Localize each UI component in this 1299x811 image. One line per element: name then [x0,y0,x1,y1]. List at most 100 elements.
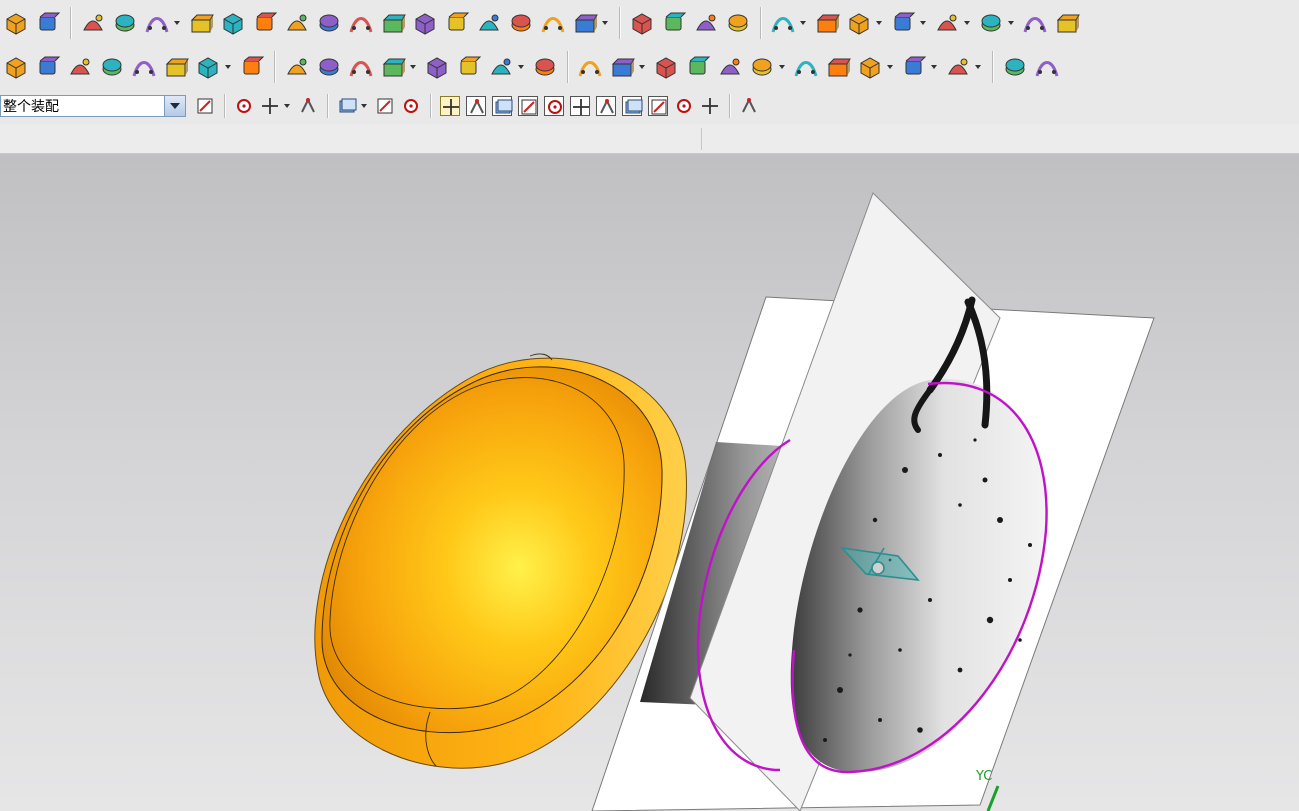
surface-edit-icon[interactable] [35,10,61,36]
swept-surface-icon[interactable] [653,54,679,80]
measure-icon[interactable] [532,54,558,80]
trim-body-icon[interactable] [476,10,502,36]
feature-d-icon[interactable] [890,10,916,36]
explode-icon[interactable] [131,54,157,80]
wireframe-surface-icon[interactable] [609,54,635,80]
select-box-icon[interactable] [337,96,357,116]
fan-curves-icon[interactable] [380,54,406,80]
boolean-shape-icon[interactable] [188,10,214,36]
assembly-icon[interactable] [3,54,29,80]
zebra-icon[interactable] [793,54,819,80]
snap-center-icon[interactable] [466,96,486,116]
chevron-down-icon[interactable] [601,10,609,36]
point-on-face-icon[interactable] [700,96,720,116]
flip-icon[interactable] [1034,54,1060,80]
wave-link-icon[interactable] [35,54,61,80]
array-feature-icon[interactable] [112,10,138,36]
hollow-box-icon[interactable] [380,10,406,36]
select-face-icon[interactable] [375,96,395,116]
chevron-down-icon[interactable] [409,54,417,80]
hex-body-icon[interactable] [693,10,719,36]
pen-icon[interactable] [1002,54,1028,80]
mate-icon[interactable] [99,54,125,80]
feature-f-icon[interactable] [978,10,1004,36]
curve-through-points-icon[interactable] [3,10,29,36]
chevron-down-icon[interactable] [164,96,185,116]
arc-center-icon[interactable] [596,96,616,116]
line-icon[interactable] [348,54,374,80]
heat-map-icon[interactable] [717,54,743,80]
highlight-icon[interactable] [945,54,971,80]
blend-icon[interactable] [284,10,310,36]
block-icon[interactable] [252,10,278,36]
sew-icon[interactable] [444,10,470,36]
chevron-down-icon[interactable] [963,10,971,36]
split-body-icon[interactable] [508,10,534,36]
sketch-points-icon[interactable] [144,10,170,36]
feature-c-icon[interactable] [846,10,872,36]
chevron-down-icon[interactable] [173,10,181,36]
chevron-down-icon[interactable] [517,54,525,80]
view-orient-icon[interactable] [901,54,927,80]
control-point-icon[interactable] [544,96,564,116]
mesh-surface-icon[interactable] [488,54,514,80]
flow-surface-icon[interactable] [424,54,450,80]
swept-curve-icon[interactable] [572,10,598,36]
chamfer-face-icon[interactable] [316,10,342,36]
section-icon[interactable] [857,54,883,80]
component-add-icon[interactable] [67,54,93,80]
analyze-icon[interactable] [577,54,603,80]
assembly-scope-dropdown[interactable]: 整个装配 [0,95,186,117]
quadrant-icon[interactable] [622,96,643,116]
color-face-icon[interactable] [749,54,775,80]
cube-icon[interactable] [629,10,655,36]
toolbar-feature-icons [0,0,1083,46]
select-body-icon[interactable] [401,96,421,116]
chevron-down-icon[interactable] [283,93,291,119]
chevron-down-icon[interactable] [919,10,927,36]
chevron-down-icon[interactable] [778,54,786,80]
grid-icon[interactable] [739,96,759,116]
ribbon-icon[interactable] [456,54,482,80]
midpoint-icon[interactable] [518,96,538,116]
chevron-down-icon[interactable] [1007,10,1015,36]
reposition-icon[interactable] [195,54,221,80]
spline-icon[interactable] [284,54,310,80]
chevron-down-icon[interactable] [224,54,232,80]
endpoint-icon[interactable] [492,96,513,116]
studio-curve-icon[interactable] [316,54,342,80]
graphics-viewport[interactable]: YC [0,154,1299,811]
draft-icon[interactable] [412,10,438,36]
existing-point-icon[interactable] [648,96,668,116]
snap-arrow-icon[interactable] [260,96,280,116]
offset-face-icon[interactable] [348,10,374,36]
chevron-down-icon[interactable] [875,10,883,36]
snap-point-icon[interactable] [234,96,254,116]
chevron-down-icon[interactable] [886,54,894,80]
extrude-icon[interactable] [80,10,106,36]
book-open-icon[interactable] [220,10,246,36]
chevron-down-icon[interactable] [974,54,982,80]
snap-all-icon[interactable] [440,96,460,116]
layered-face-icon[interactable] [685,54,711,80]
feature-g-icon[interactable] [1022,10,1048,36]
filter-icon[interactable] [195,96,215,116]
feature-b-icon[interactable] [814,10,840,36]
chevron-down-icon[interactable] [638,54,646,80]
clearance-icon[interactable] [163,54,189,80]
chevron-down-icon[interactable] [360,93,368,119]
sphere-icon[interactable] [725,10,751,36]
chevron-down-icon[interactable] [930,54,938,80]
chevron-down-icon[interactable] [799,10,807,36]
feature-e-icon[interactable] [934,10,960,36]
sweep-icon[interactable] [540,10,566,36]
mirror-icon[interactable] [239,54,265,80]
feature-a-icon[interactable] [770,10,796,36]
snap-line-icon[interactable] [298,96,318,116]
intersection-icon[interactable] [570,96,590,116]
point-on-curve-icon[interactable] [674,96,694,116]
draft-analysis-icon[interactable] [825,54,851,80]
feature-h-icon[interactable] [1054,10,1080,36]
assembly-scope-value: 整个装配 [3,99,59,115]
tray-icon[interactable] [661,10,687,36]
